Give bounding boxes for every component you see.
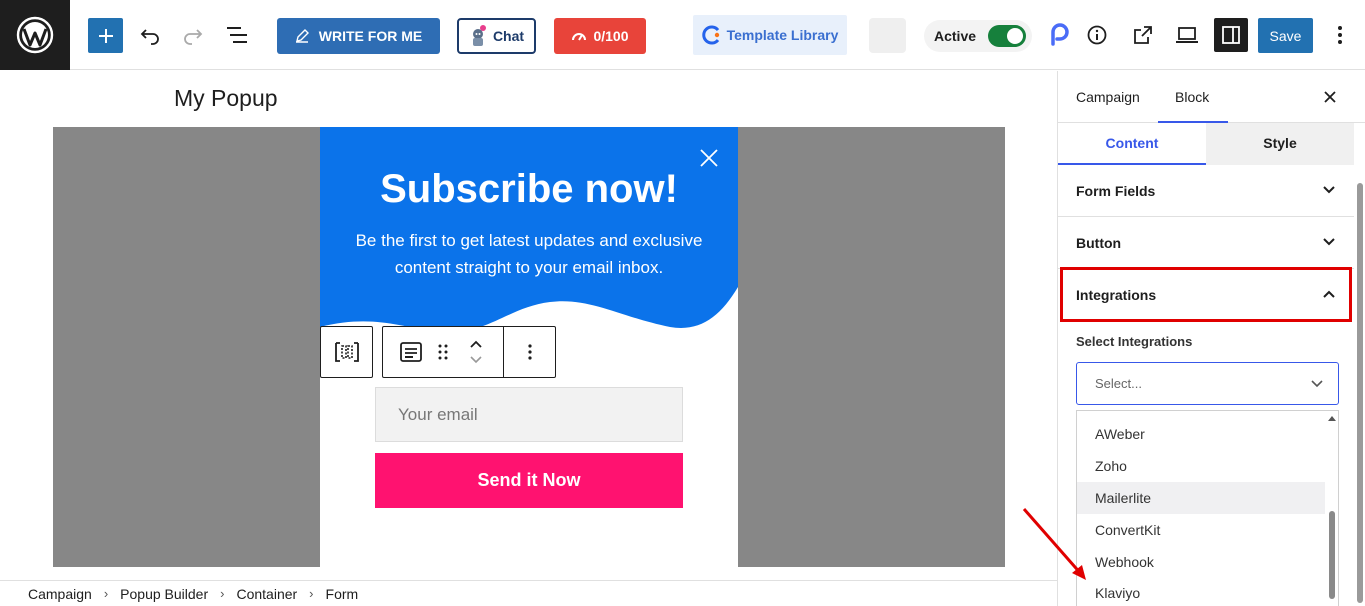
select-parent-block-button[interactable] bbox=[320, 326, 373, 378]
button-section-toggle[interactable]: Button bbox=[1058, 217, 1354, 269]
wordpress-icon bbox=[16, 16, 54, 54]
active-label: Active bbox=[934, 28, 977, 44]
send-it-now-button[interactable]: Send it Now bbox=[375, 453, 683, 508]
chat-button[interactable]: Chat bbox=[457, 18, 536, 54]
pencil-icon bbox=[295, 29, 309, 43]
plugin-logo-button[interactable] bbox=[1045, 20, 1075, 50]
dropdown-scrollbar-thumb[interactable] bbox=[1329, 511, 1335, 599]
redo-icon bbox=[184, 29, 203, 45]
more-vertical-icon bbox=[527, 344, 532, 360]
move-block-controls bbox=[448, 327, 503, 377]
section-title: Button bbox=[1076, 234, 1122, 251]
dropdown-option-convertkit[interactable]: ConvertKit bbox=[1077, 514, 1325, 546]
settings-panel-toggle[interactable] bbox=[1214, 18, 1248, 52]
scroll-up-icon[interactable] bbox=[1328, 415, 1336, 421]
form-block-type-button[interactable] bbox=[383, 327, 438, 377]
settings-panel-icon bbox=[1222, 26, 1240, 44]
list-view-icon bbox=[227, 27, 247, 43]
undo-button[interactable] bbox=[135, 20, 165, 50]
settings-sidebar: Campaign Block Content Style Form Fields… bbox=[1057, 71, 1365, 606]
chevron-down-icon bbox=[1323, 186, 1335, 194]
editor-canvas[interactable]: My Popup Subscribe now! Be the first to … bbox=[0, 71, 1057, 580]
view-page-button[interactable] bbox=[1128, 20, 1158, 50]
placeholder-button[interactable] bbox=[869, 18, 906, 53]
document-overview-button[interactable] bbox=[222, 20, 252, 50]
write-for-me-button[interactable]: WRITE FOR ME bbox=[277, 18, 440, 54]
popup-active-toggle[interactable]: Active bbox=[924, 20, 1032, 52]
breadcrumb-item[interactable]: Campaign bbox=[28, 586, 92, 602]
block-toolbar bbox=[382, 326, 556, 378]
document-title[interactable]: My Popup bbox=[174, 85, 278, 112]
form-block-icon bbox=[399, 342, 422, 362]
dropdown-option-mailerlite[interactable]: Mailerlite bbox=[1077, 482, 1325, 514]
more-vertical-icon bbox=[1338, 26, 1342, 44]
move-up-icon[interactable] bbox=[469, 340, 483, 349]
editor-top-bar: WRITE FOR ME Chat 0/100 Template Library… bbox=[0, 0, 1365, 70]
dropdown-option-klaviyo[interactable]: Klaviyo bbox=[1077, 577, 1325, 606]
wordpress-logo-button[interactable] bbox=[0, 0, 70, 70]
redo-button[interactable] bbox=[178, 20, 208, 50]
close-icon[interactable] bbox=[698, 147, 720, 169]
breadcrumb-item[interactable]: Popup Builder bbox=[120, 586, 208, 602]
annotation-highlight-box bbox=[1060, 267, 1352, 322]
chat-label: Chat bbox=[492, 28, 525, 44]
template-library-icon bbox=[701, 25, 719, 45]
chevron-right-icon: › bbox=[309, 586, 314, 601]
write-for-me-label: WRITE FOR ME bbox=[318, 28, 423, 44]
dropdown-option-aweber[interactable]: AWeber bbox=[1077, 418, 1325, 450]
select-placeholder: Select... bbox=[1095, 376, 1142, 391]
dropdown-option-webhook[interactable]: Webhook bbox=[1077, 546, 1325, 578]
seo-score-button[interactable]: 0/100 bbox=[554, 18, 646, 54]
gauge-icon bbox=[572, 33, 587, 41]
tab-block[interactable]: Block bbox=[1175, 89, 1209, 105]
form-fields-section-toggle[interactable]: Form Fields bbox=[1058, 165, 1354, 217]
section-title: Form Fields bbox=[1076, 182, 1156, 199]
block-breadcrumb: Campaign › Popup Builder › Container › F… bbox=[0, 580, 1057, 606]
annotation-arrow-icon bbox=[1022, 508, 1086, 580]
breadcrumb-item[interactable]: Form bbox=[326, 586, 359, 602]
close-icon[interactable] bbox=[1318, 85, 1342, 109]
save-button[interactable]: Save bbox=[1258, 18, 1313, 53]
add-block-button[interactable] bbox=[88, 18, 123, 53]
block-sub-tabs: Content Style bbox=[1058, 123, 1354, 165]
tab-campaign[interactable]: Campaign bbox=[1076, 89, 1140, 105]
chevron-right-icon: › bbox=[103, 586, 109, 601]
breadcrumb-item[interactable]: Container bbox=[236, 586, 297, 602]
drag-handle-icon bbox=[438, 344, 448, 360]
plus-icon bbox=[98, 28, 113, 43]
block-options-button[interactable] bbox=[503, 327, 555, 377]
move-down-icon[interactable] bbox=[469, 355, 483, 364]
chevron-down-icon bbox=[1323, 238, 1335, 246]
dropdown-option-zoho[interactable]: Zoho bbox=[1077, 450, 1325, 482]
external-link-icon bbox=[1134, 26, 1152, 44]
tab-style-label: Style bbox=[1263, 135, 1297, 151]
tab-content-label: Content bbox=[1105, 135, 1159, 151]
desktop-preview-icon bbox=[1176, 27, 1198, 43]
robot-icon bbox=[472, 25, 486, 46]
undo-icon bbox=[140, 29, 159, 45]
plugin-logo-icon bbox=[1051, 23, 1069, 46]
container-block-icon bbox=[334, 342, 359, 362]
sidebar-scrollbar-thumb[interactable] bbox=[1357, 183, 1363, 603]
select-integrations-label: Select Integrations bbox=[1076, 334, 1193, 349]
chevron-down-icon bbox=[1311, 380, 1323, 388]
integrations-select[interactable]: Select... bbox=[1076, 362, 1339, 405]
integrations-dropdown-list[interactable]: AWeber Zoho Mailerlite ConvertKit Webhoo… bbox=[1076, 410, 1339, 606]
template-library-button[interactable]: Template Library bbox=[693, 15, 847, 55]
seo-score-label: 0/100 bbox=[593, 28, 629, 44]
popup-heading[interactable]: Subscribe now! bbox=[320, 167, 738, 212]
template-library-label: Template Library bbox=[726, 27, 839, 43]
options-menu-button[interactable] bbox=[1325, 20, 1355, 50]
popup-subheading[interactable]: Be the first to get latest updates and e… bbox=[340, 227, 718, 281]
sidebar-tabs: Campaign Block bbox=[1058, 71, 1365, 123]
toggle-switch[interactable] bbox=[988, 25, 1027, 47]
drag-handle[interactable] bbox=[438, 327, 448, 377]
email-input[interactable]: Your email bbox=[375, 387, 683, 442]
chevron-right-icon: › bbox=[220, 586, 225, 601]
info-icon bbox=[1087, 25, 1107, 45]
details-button[interactable] bbox=[1082, 20, 1112, 50]
preview-button[interactable] bbox=[1172, 20, 1202, 50]
tab-style[interactable]: Style bbox=[1206, 123, 1354, 165]
tab-content[interactable]: Content bbox=[1058, 123, 1206, 165]
